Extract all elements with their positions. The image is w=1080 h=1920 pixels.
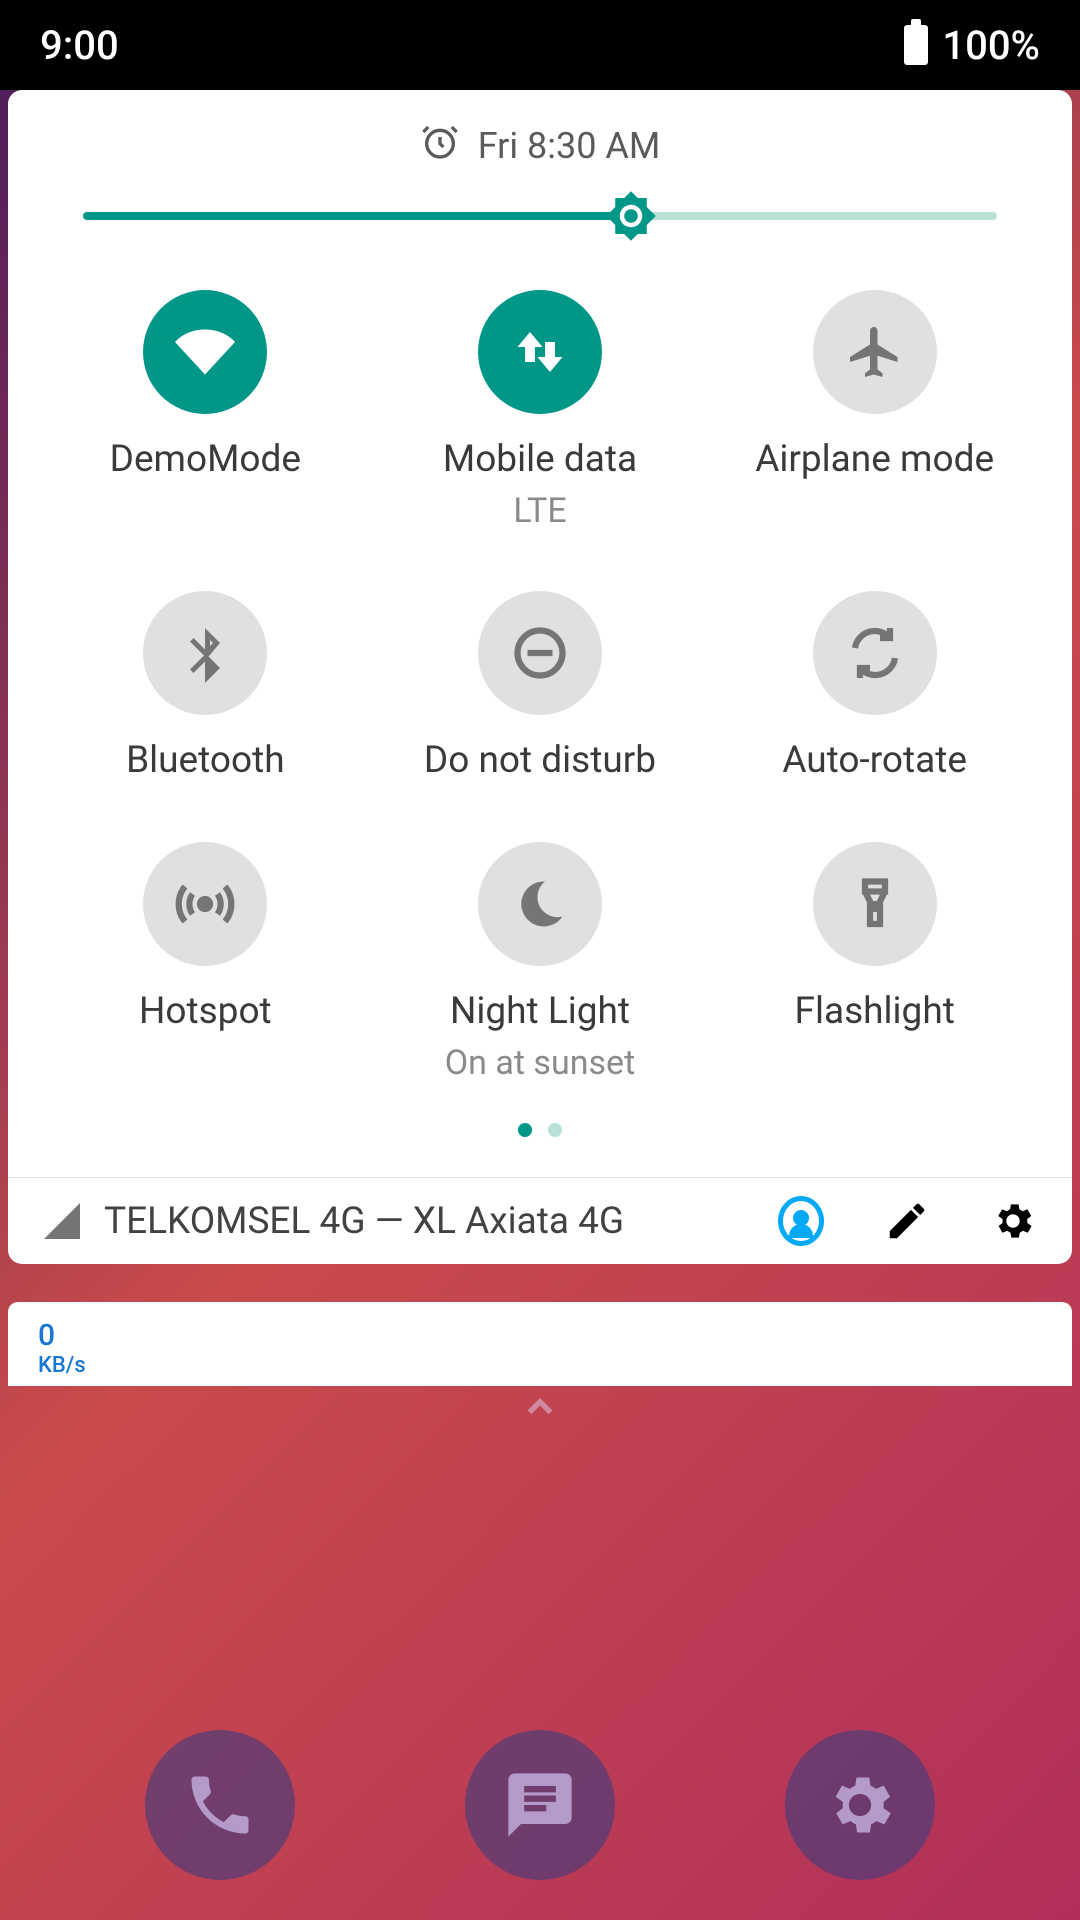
alarm-icon — [420, 122, 460, 171]
tile-flashlight[interactable]: Flashlight — [707, 842, 1042, 1083]
tile-hotspot[interactable]: Hotspot — [38, 842, 373, 1083]
brightness-slider[interactable] — [8, 182, 1072, 260]
page-dot — [548, 1123, 562, 1137]
battery-icon — [904, 25, 928, 65]
dock — [0, 1730, 1080, 1880]
pencil-icon — [884, 1198, 930, 1244]
tiles-grid: DemoMode Mobile data LTE Airplane mode B… — [8, 260, 1072, 1093]
brightness-fill — [83, 212, 631, 220]
tile-label: Night Light — [450, 990, 630, 1033]
wifi-icon — [143, 290, 267, 414]
panel-footer: TELKOMSEL 4G — XL Axiata 4G — [8, 1177, 1072, 1264]
tile-label: DemoMode — [110, 438, 301, 481]
footer-icons — [778, 1198, 1036, 1244]
tile-sublabel: On at sunset — [445, 1043, 635, 1083]
tile-dnd[interactable]: Do not disturb — [373, 591, 708, 782]
chevron-up-icon[interactable] — [519, 1386, 561, 1439]
dnd-icon — [478, 591, 602, 715]
tile-mobile-data[interactable]: Mobile data LTE — [373, 290, 708, 531]
flashlight-icon — [813, 842, 937, 966]
tile-label: Hotspot — [139, 990, 272, 1033]
bluetooth-icon — [143, 591, 267, 715]
tile-label: Do not disturb — [424, 739, 656, 782]
battery-percent: 100% — [942, 22, 1040, 69]
tile-sublabel: LTE — [513, 491, 566, 531]
tile-label: Flashlight — [795, 990, 955, 1033]
tile-label: Airplane mode — [755, 438, 994, 481]
page-indicator[interactable] — [8, 1093, 1072, 1177]
page-dot — [518, 1123, 532, 1137]
phone-icon — [182, 1767, 258, 1843]
rotate-icon — [813, 591, 937, 715]
airplane-icon — [813, 290, 937, 414]
gear-icon — [822, 1767, 898, 1843]
gear-icon — [990, 1198, 1036, 1244]
dock-settings[interactable] — [785, 1730, 935, 1880]
dock-messages[interactable] — [465, 1730, 615, 1880]
user-icon — [778, 1196, 824, 1246]
tile-nightlight[interactable]: Night Light On at sunset — [373, 842, 708, 1083]
tile-label: Mobile data — [443, 438, 637, 481]
tile-label: Bluetooth — [126, 739, 285, 782]
tile-autorotate[interactable]: Auto-rotate — [707, 591, 1042, 782]
status-bar: 9:00 100% — [0, 0, 1080, 90]
hotspot-icon — [143, 842, 267, 966]
status-time: 9:00 — [40, 22, 119, 69]
tile-bluetooth[interactable]: Bluetooth — [38, 591, 373, 782]
carrier-text: TELKOMSEL 4G — XL Axiata 4G — [104, 1200, 624, 1243]
tile-label: Auto-rotate — [782, 739, 967, 782]
data-arrows-icon — [478, 290, 602, 414]
brightness-thumb-icon[interactable] — [604, 189, 658, 243]
user-button[interactable] — [778, 1198, 824, 1244]
edit-button[interactable] — [884, 1198, 930, 1244]
dock-phone[interactable] — [145, 1730, 295, 1880]
moon-icon — [478, 842, 602, 966]
speed-unit: KB/s — [38, 1353, 1042, 1378]
brightness-track — [83, 212, 997, 220]
tile-wifi[interactable]: DemoMode — [38, 290, 373, 531]
carrier-info[interactable]: TELKOMSEL 4G — XL Axiata 4G — [44, 1200, 748, 1243]
speed-notification[interactable]: 0 KB/s — [8, 1302, 1072, 1386]
quick-settings-panel: Fri 8:30 AM DemoMode Mobile data LTE — [8, 90, 1072, 1264]
signal-icon — [44, 1203, 80, 1239]
alarm-time: Fri 8:30 AM — [478, 125, 661, 167]
status-right: 100% — [904, 22, 1040, 69]
settings-button[interactable] — [990, 1198, 1036, 1244]
speed-value: 0 — [38, 1318, 1042, 1353]
messages-icon — [502, 1767, 578, 1843]
tile-airplane[interactable]: Airplane mode — [707, 290, 1042, 531]
panel-header[interactable]: Fri 8:30 AM — [8, 110, 1072, 182]
